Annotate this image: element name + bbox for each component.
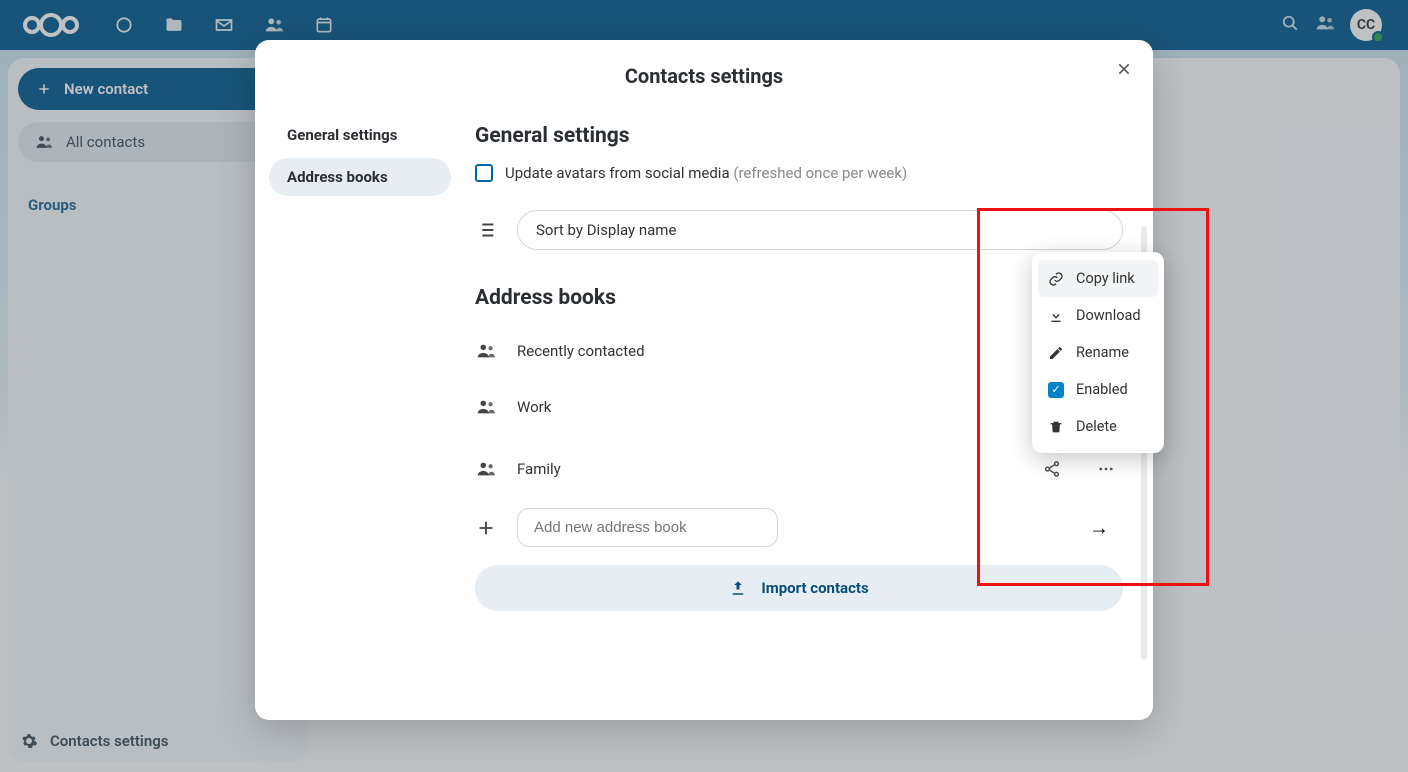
address-book-menu: Copy link Download Rename ✓ Enabled Dele… [1032,252,1164,453]
people-icon [475,458,497,480]
pencil-icon [1048,345,1064,361]
people-icon [475,396,497,418]
checkbox-icon [475,164,493,182]
menu-delete[interactable]: Delete [1038,408,1158,445]
contacts-settings-modal: Contacts settings General settings Addre… [255,40,1153,720]
address-book-row: Work [475,376,1123,438]
general-heading: General settings [475,124,1123,148]
address-book-row: Recently contacted [475,326,1123,376]
import-contacts-label: Import contacts [761,579,868,597]
menu-enabled[interactable]: ✓ Enabled [1038,371,1158,408]
arrow-right-icon[interactable]: → [1089,515,1109,540]
menu-label: Download [1076,307,1141,324]
menu-label: Enabled [1076,381,1128,398]
link-icon [1048,271,1064,287]
menu-rename[interactable]: Rename [1038,334,1158,371]
download-icon [1048,308,1064,324]
modal-title: Contacts settings [255,40,1153,106]
nav-address-books[interactable]: Address books [269,158,451,196]
nav-general-settings[interactable]: General settings [269,116,451,154]
address-book-name: Work [517,398,1015,416]
people-icon [475,340,497,362]
update-avatars-note: (refreshed once per week) [733,164,907,182]
upload-icon [729,579,747,597]
list-icon [475,219,497,241]
sort-select[interactable]: Sort by Display name [517,210,1123,250]
modal-nav: General settings Address books [255,106,465,720]
checkbox-checked-icon: ✓ [1048,382,1064,398]
menu-label: Rename [1076,344,1129,361]
address-book-row: Family [475,438,1123,500]
trash-icon [1048,419,1064,435]
menu-copy-link[interactable]: Copy link [1038,260,1158,297]
update-avatars-label: Update avatars from social media [505,164,730,182]
menu-label: Copy link [1076,270,1135,287]
import-contacts-button[interactable]: Import contacts [475,565,1123,611]
plus-icon [475,517,497,539]
add-address-book-input[interactable] [517,508,778,547]
address-books-heading: Address books [475,286,1123,310]
address-book-name: Family [517,460,1015,478]
menu-label: Delete [1076,418,1117,435]
update-avatars-checkbox[interactable]: Update avatars from social media (refres… [475,164,1123,182]
menu-download[interactable]: Download [1038,297,1158,334]
close-icon[interactable] [1109,54,1139,84]
share-button[interactable] [1035,452,1069,486]
